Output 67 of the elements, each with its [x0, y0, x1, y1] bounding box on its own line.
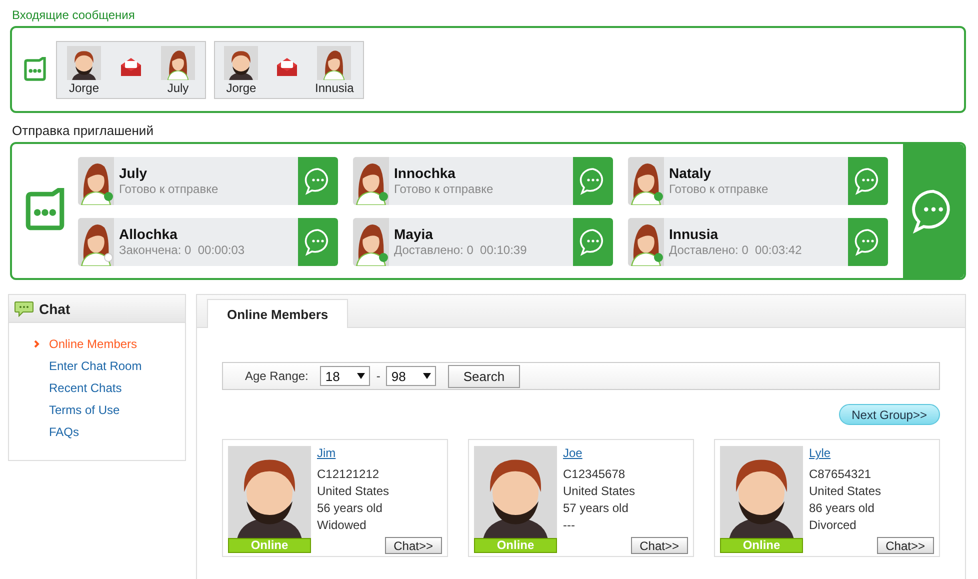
message-card[interactable]: Jorge July — [56, 40, 206, 98]
chat-button[interactable] — [298, 218, 338, 266]
chat-button[interactable]: Chat>> — [630, 537, 688, 554]
member-id: C12345678 — [563, 467, 626, 481]
member-name-link[interactable]: Lyle — [809, 446, 882, 460]
invitation-status: Доставлено: 0 00:10:39 — [394, 242, 528, 256]
caret-icon — [423, 373, 432, 379]
invitation-status: Закончена: 0 00:00:03 — [119, 242, 246, 256]
tab[interactable]: Online Members — [207, 299, 348, 328]
recipient-name: Innusia — [315, 80, 354, 94]
contact-name: Innusia — [669, 226, 720, 242]
filter-label: Age Range: — [245, 369, 308, 383]
sender-name: Jorge — [226, 80, 256, 94]
sidebar-item[interactable]: FAQs — [33, 425, 185, 439]
sidebar-title: Chat — [39, 300, 70, 316]
online-label: Online — [474, 538, 557, 553]
max-age-select[interactable]: 98 — [386, 366, 436, 386]
member-age: 57 years old — [563, 501, 630, 515]
envelope-icon — [121, 58, 141, 76]
contact-name: Allochka — [119, 226, 178, 242]
invitation-status: Доставлено: 0 00:03:42 — [669, 242, 803, 256]
contact-name: Mayia — [394, 226, 434, 242]
sidebar-item[interactable]: Recent Chats — [33, 381, 185, 395]
chevron-icon — [33, 339, 41, 349]
contact-name: July — [119, 164, 148, 180]
online-label: Online — [228, 538, 311, 553]
marital-status: Divorced — [809, 518, 858, 532]
member-id: C12121212 — [317, 467, 380, 481]
member-age: 56 years old — [317, 501, 384, 515]
member-name-link[interactable]: Jim — [317, 446, 390, 460]
sender-name: Jorge — [68, 80, 100, 94]
contact-name: Innochka — [394, 164, 456, 180]
invitation-status: Готово к отправке — [394, 182, 494, 196]
member-country: United States — [317, 484, 390, 498]
recipient-name: July — [167, 80, 189, 94]
invitation-status: Готово к отправке — [119, 182, 220, 196]
sidebar-item[interactable]: Terms of Use — [33, 403, 185, 417]
member-age: 86 years old — [809, 501, 876, 515]
send-all-button[interactable] — [903, 144, 964, 278]
section-title: Отправка приглашений — [12, 123, 154, 138]
contact-name: Nataly — [669, 164, 712, 180]
next-group-button[interactable]: Next Group>> — [838, 404, 940, 425]
sidebar-item[interactable]: Enter Chat Room — [33, 359, 185, 373]
envelope-icon — [276, 58, 297, 76]
chat-button[interactable] — [848, 218, 888, 266]
caret-icon — [357, 373, 366, 379]
chat-button[interactable] — [848, 156, 888, 204]
marital-status: --- — [563, 518, 576, 532]
member-country: United States — [563, 484, 636, 498]
range-separator: - — [376, 369, 380, 383]
chat-box-icon — [22, 56, 48, 82]
chat-button[interactable]: Chat>> — [876, 537, 934, 554]
min-age-select[interactable]: 18 — [320, 366, 370, 386]
chat-button[interactable] — [573, 218, 613, 266]
online-label: Online — [720, 538, 803, 553]
invitation-status: Готово к отправке — [669, 182, 770, 196]
marital-status: Widowed — [317, 518, 368, 532]
member-name-link[interactable]: Joe — [563, 446, 636, 460]
member-country: United States — [809, 484, 882, 498]
section-title: Входящие сообщения — [12, 8, 136, 22]
search-button[interactable]: Search — [448, 364, 520, 388]
chat-button[interactable] — [573, 156, 613, 204]
speech-bubble-icon — [14, 300, 34, 316]
chat-button[interactable]: Chat>> — [384, 537, 442, 554]
message-card[interactable]: Jorge Innusia — [214, 40, 364, 98]
member-id: C87654321 — [809, 467, 872, 481]
chat-button[interactable] — [298, 156, 338, 204]
